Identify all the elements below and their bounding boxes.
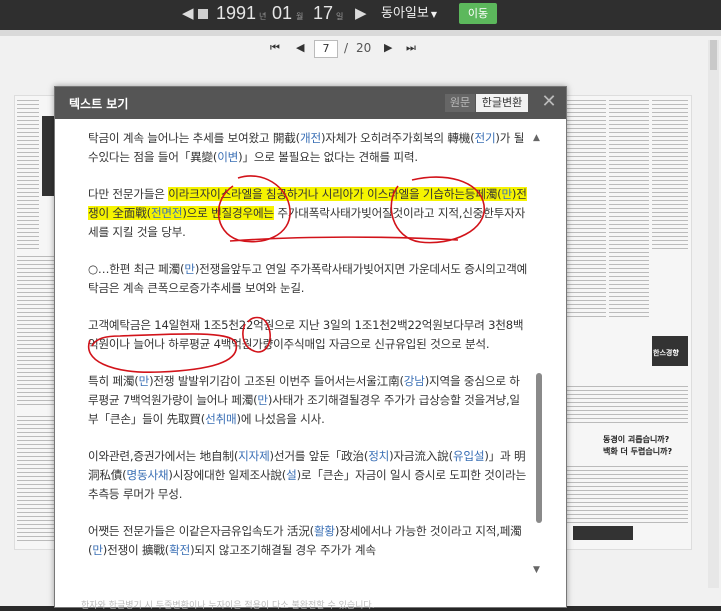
chevron-down-icon: ▼ <box>430 10 437 19</box>
day-unit: 일 <box>336 12 344 21</box>
next-page-icon[interactable]: ▶ <box>384 41 392 54</box>
scan-column <box>609 100 649 320</box>
scan-ad-logo: 한스경향 <box>653 349 679 357</box>
scan-ad-line: 백화 더 두렵습니까? <box>603 447 673 456</box>
text-run: 특히 페濁( <box>88 374 139 388</box>
tab-original[interactable]: 원문 <box>445 94 475 112</box>
go-button[interactable]: 이동 <box>459 3 497 24</box>
hanja-reading: 정치 <box>368 449 390 463</box>
scroll-down-arrow-icon[interactable]: ▼ <box>533 565 540 575</box>
scroll-up-arrow-icon[interactable]: ▲ <box>533 133 540 143</box>
scan-column <box>566 100 606 320</box>
date-navigation-bar: ◀ 1991 년 01 월 17 일 ▶ 동아일보 ▼ 이동 <box>0 0 721 30</box>
hanja-reading: 이변 <box>217 150 239 164</box>
modal-header: 텍스트 보기 원문 한글변환 ✕ <box>55 87 566 119</box>
text-run: )자금流入說( <box>389 449 453 463</box>
newspaper-select[interactable]: 동아일보 ▼ <box>377 4 441 24</box>
text-run: 어쨋든 전문가들은 이같은자금유입속도가 活況( <box>88 524 314 538</box>
scan-ad-block <box>573 526 633 540</box>
article-paragraph: 이와관련,증권가에서는 地自制(지자제)선거를 앞둔「政治(정치)자금流入說(유… <box>88 447 528 504</box>
text-run: )선거를 앞둔「政治( <box>269 449 369 463</box>
close-icon[interactable]: ✕ <box>539 91 559 113</box>
next-date-arrow-icon[interactable]: ▶ <box>355 4 367 22</box>
article-text: 탁금이 계속 늘어나는 추세를 보여왔고 開截(개전)자체가 오히려주가회복의 … <box>88 129 528 599</box>
page-separator: / <box>344 41 349 55</box>
hanja-reading: 선취매 <box>205 412 237 426</box>
prev-page-icon[interactable]: ◀ <box>296 41 304 54</box>
article-paragraph: ○…한편 최근 페濁(만)전쟁을앞두고 연일 주가폭락사태가빚어지면 가운데서도… <box>88 260 528 298</box>
month-value[interactable]: 01 <box>272 3 292 24</box>
text-run: )되지 않고조기해결될 경우 주가가 계속 <box>190 543 376 557</box>
viewer-scroll-thumb[interactable] <box>710 40 717 70</box>
text-run: 다만 전문가들은 <box>88 187 169 201</box>
scan-column <box>566 386 688 426</box>
modal-title: 텍스트 보기 <box>69 97 129 111</box>
first-page-icon[interactable]: ⏮ <box>270 41 280 55</box>
year-value[interactable]: 1991 <box>216 3 256 24</box>
article-paragraph: 다만 전문가들은 이라크자이스라엘을 침공하거나 시리아가 이스라엘을 기습하는… <box>88 185 528 242</box>
modal-scroll-thumb[interactable] <box>536 373 542 523</box>
prev-date-arrow-icon[interactable]: ◀ <box>182 4 194 22</box>
hanja-reading: 만 <box>257 393 268 407</box>
hanja-reading: 지자제 <box>238 449 270 463</box>
calendar-icon[interactable] <box>198 9 208 19</box>
hanja-reading: 만 <box>92 543 103 557</box>
hanja-reading: 설 <box>286 468 297 482</box>
newspaper-scan-right[interactable]: 한스경향 동경이 괴롭습니까? 백화 더 두렵습니까? <box>562 95 692 550</box>
hanja-reading: 전면전 <box>150 206 183 220</box>
year-unit: 년 <box>259 12 267 21</box>
viewer-scrollbar[interactable] <box>708 40 719 588</box>
last-page-icon[interactable]: ⏭ <box>406 41 416 55</box>
hanja-reading: 전기 <box>474 131 496 145</box>
hanja-reading: 활황 <box>313 524 335 538</box>
scan-column <box>652 100 688 250</box>
text-run: 이라크자이스라엘을 침공하거나 시리아가 이스라엘을 기습하는등페濁( <box>168 187 502 201</box>
text-run: 고객예탁금은 14일현재 1조5천22억원으로 지난 3일의 1조1천2백22억… <box>88 318 524 351</box>
text-run: )에 나섰음을 시사. <box>236 412 325 426</box>
scan-ad-line: 동경이 괴롭습니까? <box>603 435 670 444</box>
page-number-input[interactable]: 7 <box>314 40 338 58</box>
text-run: )전쟁 발발위기감이 고조된 이번주 들어서는서울江南( <box>149 374 404 388</box>
article-paragraph: 탁금이 계속 늘어나는 추세를 보여왔고 開截(개전)자체가 오히려주가회복의 … <box>88 129 528 167</box>
hanja-reading: 만 <box>184 262 195 276</box>
day-value[interactable]: 17 <box>313 3 333 24</box>
hanja-reading: 만 <box>501 187 512 201</box>
newspaper-select-value: 동아일보 <box>381 6 429 21</box>
scan-column <box>566 466 688 526</box>
text-run: 탁금이 계속 늘어나는 추세를 보여왔고 開截( <box>88 131 300 145</box>
hanja-reading: 확전 <box>169 543 191 557</box>
text-run: )시장에대한 일제조사說( <box>168 468 287 482</box>
hanja-reading: 강남 <box>403 374 425 388</box>
month-unit: 월 <box>296 12 304 21</box>
text-run: )」으로 볼필요는 없다는 견해를 피력. <box>238 150 418 164</box>
text-run: )전쟁이 擴戰( <box>102 543 170 557</box>
text-run: )으로 번질경우에는 <box>182 206 274 220</box>
hanja-reading: 만 <box>138 374 150 388</box>
tab-hangul-convert[interactable]: 한글변환 <box>476 94 528 112</box>
hanja-reading: 개전 <box>300 131 321 145</box>
hanja-reading: 명동사채 <box>126 468 169 482</box>
text-run: )자체가 오히려주가회복의 轉機( <box>320 131 475 145</box>
article-paragraph: 어쨋든 전문가들은 이같은자금유입속도가 活況(활황)장세에서나 가능한 것이라… <box>88 522 528 560</box>
text-view-modal: 텍스트 보기 원문 한글변환 ✕ 탁금이 계속 늘어나는 추세를 보여왔고 開截… <box>54 86 567 611</box>
text-run: ○…한편 최근 페濁( <box>88 262 185 276</box>
article-paragraph: 고객예탁금은 14일현재 1조5천22억원으로 지난 3일의 1조1천2백22억… <box>88 316 528 354</box>
text-run: 이와관련,증권가에서는 地自制( <box>88 449 239 463</box>
modal-footer-note: 한자와 한글병기 시 두줄변환이나 누자이은 적용이 다소 불완전할 수 있습니… <box>81 601 375 611</box>
scan-column <box>17 100 39 250</box>
modal-scrollbar[interactable]: ▲ ▼ <box>533 133 545 577</box>
hanja-reading: 유입설 <box>452 449 485 463</box>
page-total: 20 <box>356 41 372 55</box>
article-paragraph: 특히 페濁(만)전쟁 발발위기감이 고조된 이번주 들어서는서울江南(강남)지역… <box>88 372 528 429</box>
